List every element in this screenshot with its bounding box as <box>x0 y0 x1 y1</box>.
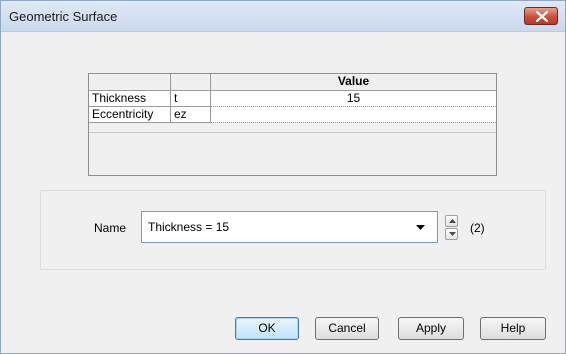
cancel-button[interactable]: Cancel <box>315 317 379 340</box>
row-eccentricity-symbol: ez <box>171 107 211 123</box>
spin-down-button[interactable] <box>445 228 458 240</box>
spin-up-button[interactable] <box>445 215 458 227</box>
apply-button[interactable]: Apply <box>398 317 464 340</box>
property-table: Value Thickness t 15 Eccentricity ez <box>88 73 497 176</box>
title-bar: Geometric Surface <box>1 1 565 32</box>
row-thickness-symbol: t <box>171 91 211 107</box>
name-label: Name <box>94 221 127 235</box>
name-combobox-value: Thickness = 15 <box>148 220 230 234</box>
header-name <box>89 74 171 91</box>
name-spinner <box>445 215 458 241</box>
row-thickness-name: Thickness <box>89 91 171 107</box>
close-button[interactable] <box>524 7 558 25</box>
chevron-down-icon <box>416 225 425 230</box>
row-eccentricity-value[interactable] <box>211 107 496 123</box>
row-eccentricity-name: Eccentricity <box>89 107 171 123</box>
table-divider <box>89 132 496 133</box>
triangle-down-icon <box>449 232 456 236</box>
help-button[interactable]: Help <box>480 317 546 340</box>
item-count: (2) <box>470 221 485 235</box>
window-title: Geometric Surface <box>9 9 118 24</box>
ok-button[interactable]: OK <box>235 317 299 340</box>
header-symbol <box>171 74 211 91</box>
dialog-window: Geometric Surface Value Thickness t 15 E… <box>0 0 566 354</box>
name-combobox[interactable]: Thickness = 15 <box>141 211 438 243</box>
close-icon <box>536 11 548 22</box>
row-thickness-value[interactable]: 15 <box>211 91 496 107</box>
header-value: Value <box>211 74 496 91</box>
triangle-up-icon <box>449 219 456 223</box>
